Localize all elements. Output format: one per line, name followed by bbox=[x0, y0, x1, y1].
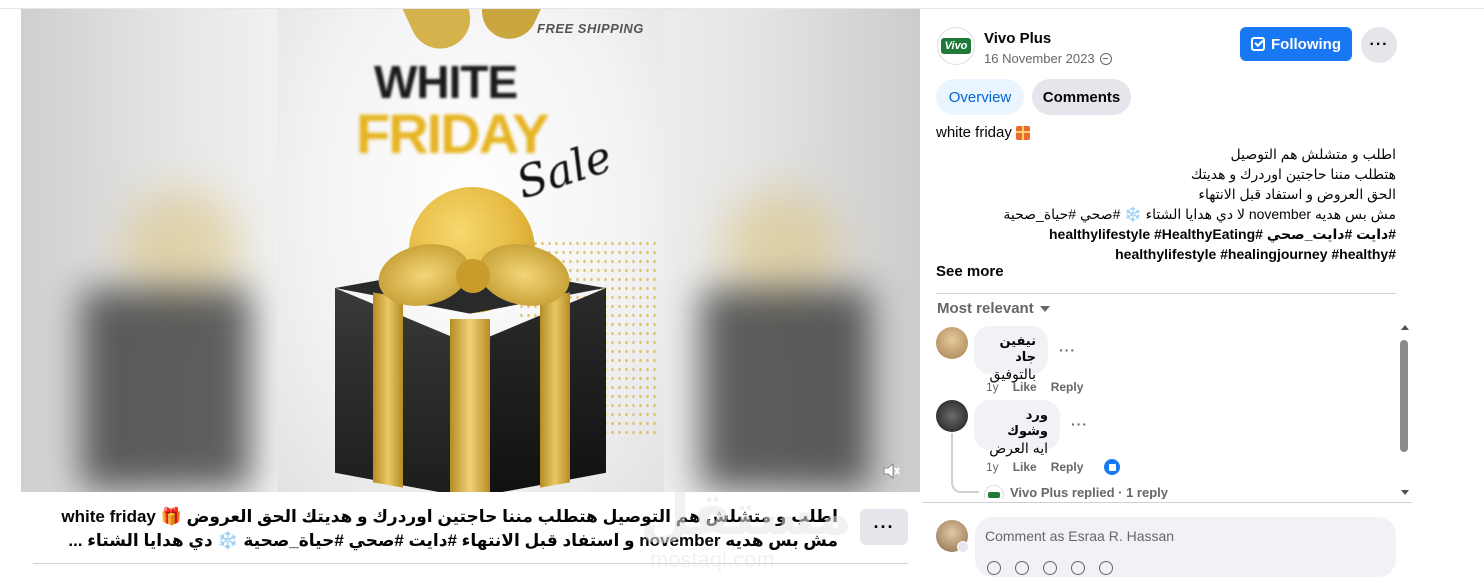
emoji-icon[interactable] bbox=[1015, 561, 1029, 575]
description-divider bbox=[936, 293, 1396, 294]
tab-comments[interactable]: Comments bbox=[1032, 79, 1131, 115]
comment-time[interactable]: 1y bbox=[986, 460, 999, 474]
tab-overview[interactable]: Overview bbox=[936, 79, 1024, 115]
description-title: white friday bbox=[936, 124, 1030, 141]
poster-friday-text: FRIDAY bbox=[356, 102, 549, 165]
post-video[interactable]: FREE SHIPPING WHITE FRIDAY Sale bbox=[21, 9, 920, 492]
caret-down-icon bbox=[1039, 305, 1050, 312]
comment-avatar[interactable] bbox=[936, 327, 968, 359]
comment-like-button[interactable]: Like bbox=[1013, 380, 1037, 394]
avatar-sticker-icon[interactable] bbox=[987, 561, 1001, 575]
description-body: اطلب و متشلش هم التوصيل هتطلب مننا حاجتي… bbox=[936, 144, 1396, 264]
following-button[interactable]: Following bbox=[1240, 27, 1352, 61]
gif-icon[interactable] bbox=[1071, 561, 1085, 575]
comment-reply-button[interactable]: Reply bbox=[1051, 460, 1084, 474]
description-line: هتطلب مننا حاجتين اوردرك و هديتك bbox=[1190, 166, 1396, 182]
poster-free-shipping: FREE SHIPPING bbox=[537, 21, 644, 36]
like-reaction-icon[interactable] bbox=[1103, 458, 1122, 476]
mute-icon[interactable] bbox=[881, 461, 901, 481]
comment-actions: 1y Like Reply bbox=[986, 380, 1083, 394]
comment-composer bbox=[975, 517, 1396, 577]
reply-thread-line bbox=[951, 433, 979, 493]
following-check-icon bbox=[1251, 37, 1265, 51]
camera-icon[interactable] bbox=[1043, 561, 1057, 575]
comment-like-button[interactable]: Like bbox=[1013, 460, 1037, 474]
caption-more-button[interactable]: ··· bbox=[860, 509, 908, 545]
see-more-link[interactable]: See more bbox=[936, 263, 1004, 280]
comment-input[interactable] bbox=[985, 525, 1385, 547]
gift-box-right-face bbox=[470, 288, 606, 492]
poster-ribbon-left bbox=[396, 9, 480, 59]
comment-more-button[interactable]: ··· bbox=[1059, 342, 1076, 358]
description-hashtags[interactable]: #healthylifestyle #healingjourney #healt… bbox=[936, 244, 1396, 264]
scroll-up-arrow[interactable] bbox=[1401, 325, 1409, 330]
gift-bow-knot bbox=[456, 259, 490, 293]
globe-icon bbox=[1099, 52, 1112, 65]
watermark-url: mostaql.com bbox=[650, 547, 775, 572]
reply-summary: Vivo Plus replied · 1 reply bbox=[1010, 485, 1168, 499]
comment-text: ايه العرض bbox=[989, 440, 1048, 456]
scroll-down-arrow[interactable] bbox=[1401, 490, 1409, 495]
video-blur-box-left bbox=[81, 289, 251, 489]
gift-ribbon-right bbox=[540, 292, 570, 488]
comment-bubble: نيفين جاد بالتوفيق bbox=[974, 326, 1048, 382]
page-avatar[interactable]: Vivo bbox=[937, 27, 975, 65]
comment-avatar[interactable] bbox=[936, 400, 968, 432]
comment-time[interactable]: 1y bbox=[986, 380, 999, 394]
gift-ribbon-center bbox=[450, 319, 490, 492]
comment-sort-label: Most relevant bbox=[937, 300, 1034, 317]
top-border bbox=[0, 0, 1484, 9]
comment-actions: 1y Like Reply bbox=[986, 458, 1122, 476]
post-date-row: 16 November 2023 bbox=[984, 51, 1112, 66]
video-poster: FREE SHIPPING WHITE FRIDAY Sale bbox=[278, 9, 664, 492]
view-replies-link[interactable]: Vivo Plus replied · 1 reply bbox=[984, 485, 1168, 499]
replier-avatar bbox=[984, 485, 1004, 499]
comment-author[interactable]: نيفين جاد bbox=[986, 333, 1036, 365]
description-line: اطلب و متشلش هم التوصيل bbox=[1230, 146, 1396, 162]
post-date[interactable]: 16 November 2023 bbox=[984, 51, 1095, 66]
comment-sort-dropdown[interactable]: Most relevant bbox=[937, 300, 1050, 317]
gift-ribbon-left bbox=[373, 292, 403, 488]
post-more-button[interactable]: ··· bbox=[1361, 27, 1397, 63]
profile-switch-caret[interactable] bbox=[957, 541, 969, 553]
comment-more-button[interactable]: ··· bbox=[1071, 416, 1088, 432]
description-title-text: white friday bbox=[936, 124, 1012, 141]
comment-reply-button[interactable]: Reply bbox=[1051, 380, 1084, 394]
gift-icon bbox=[1015, 125, 1030, 140]
comment-author[interactable]: ورد وشوك bbox=[986, 407, 1048, 439]
watermark: مستقل bbox=[640, 482, 853, 547]
description-line: مش بس هديه november لا دي هدايا الشتاء ❄… bbox=[1003, 206, 1396, 222]
composer-tools bbox=[987, 561, 1113, 575]
sticker-icon[interactable] bbox=[1099, 561, 1113, 575]
comment-bubble: ورد وشوك ايه العرض bbox=[974, 400, 1060, 456]
comment-input-divider bbox=[922, 502, 1412, 503]
description-line: الحق العروض و استفاد قبل الانتهاء bbox=[1198, 186, 1396, 202]
page-name[interactable]: Vivo Plus bbox=[984, 30, 1051, 47]
video-blur-box-right bbox=[701, 289, 871, 489]
page-logo: Vivo bbox=[940, 38, 972, 54]
scroll-thumb[interactable] bbox=[1400, 340, 1408, 452]
following-label: Following bbox=[1271, 35, 1341, 53]
caption-divider bbox=[33, 563, 908, 564]
comments-scrollbar[interactable] bbox=[1399, 325, 1411, 495]
description-hashtags[interactable]: #دايت #دايت_صحي #healthylifestyle #Healt… bbox=[936, 224, 1396, 244]
